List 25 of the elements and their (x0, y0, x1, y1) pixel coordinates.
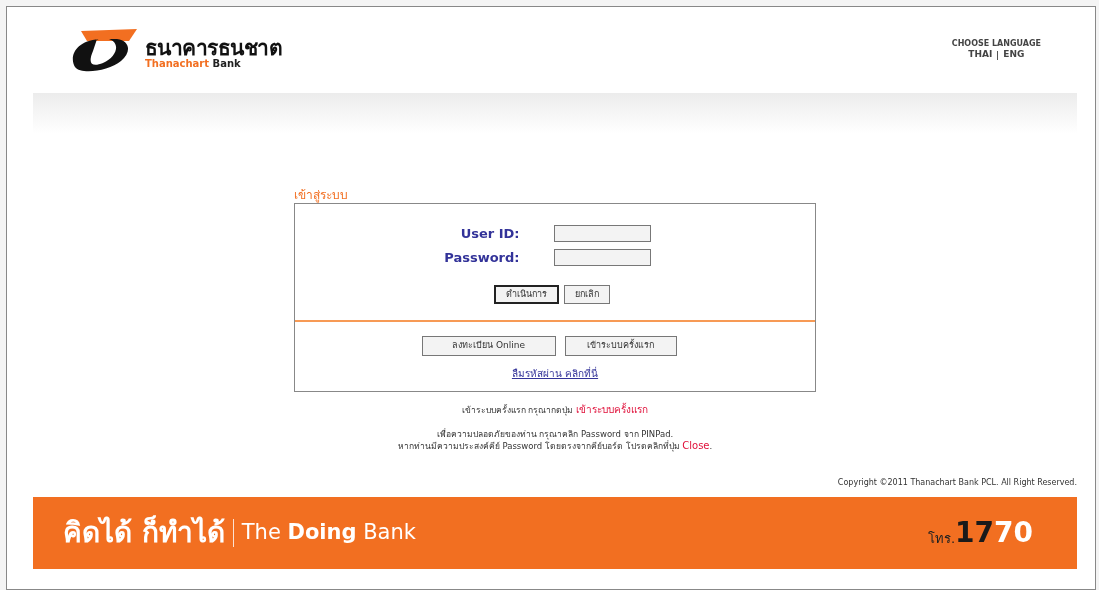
slogan-thai: คิดได้ ก็ทำได้ (63, 514, 225, 551)
login-title: เข้าสู่ระบบ (294, 187, 349, 203)
form-button[interactable]: ยกเลิก (564, 285, 610, 304)
notice-link[interactable]: Close (682, 440, 710, 451)
field-label: Password: (443, 248, 520, 267)
user-id-field[interactable] (553, 225, 651, 243)
copyright-text: Copyright ©2011 Thanachart Bank PCL. All Right Reserved. (837, 477, 1077, 489)
bank-name-thai: ธนาคารธนชาต (145, 38, 283, 59)
slogan-english: The Doing Bank (241, 519, 416, 547)
notice-link[interactable]: เข้าระบบครั้งแรก (576, 404, 649, 415)
language-link[interactable]: THAI (968, 49, 993, 61)
notice-text: หากท่านมีความประสงค์คีย์ Password โดยตรงจากคีย์บอร์ด โปรดคลิกที่ปุ่ม Close. (397, 440, 713, 452)
form-button[interactable]: เข้าระบบครั้งแรก (564, 336, 677, 356)
form-button[interactable]: ลงทะเบียน Online (421, 336, 556, 356)
notice-text: เข้าระบบครั้งแรก กรุณากดปุ่ม เข้าระบบครั้งแรก (461, 404, 649, 416)
language-heading: CHOOSE LANGUAGE (951, 39, 1041, 50)
field-label: User ID: (459, 225, 520, 243)
bank-name-english: Thanachart Bank (145, 59, 242, 69)
hotline-prefix: โทร. (927, 532, 956, 547)
form-button[interactable]: ดำเนินการ (494, 285, 559, 304)
forgot-password-link[interactable]: ลืมรหัสผ่าน คลิกที่นี่ (511, 366, 599, 381)
notice-text: เพื่อความปลอดภัยของท่าน กรุณาคลิก Password จาก PINPad. (436, 428, 674, 440)
hotline-number: 1770 (955, 519, 1033, 547)
password-field[interactable] (553, 248, 651, 266)
language-link[interactable]: ENG (1003, 49, 1025, 61)
